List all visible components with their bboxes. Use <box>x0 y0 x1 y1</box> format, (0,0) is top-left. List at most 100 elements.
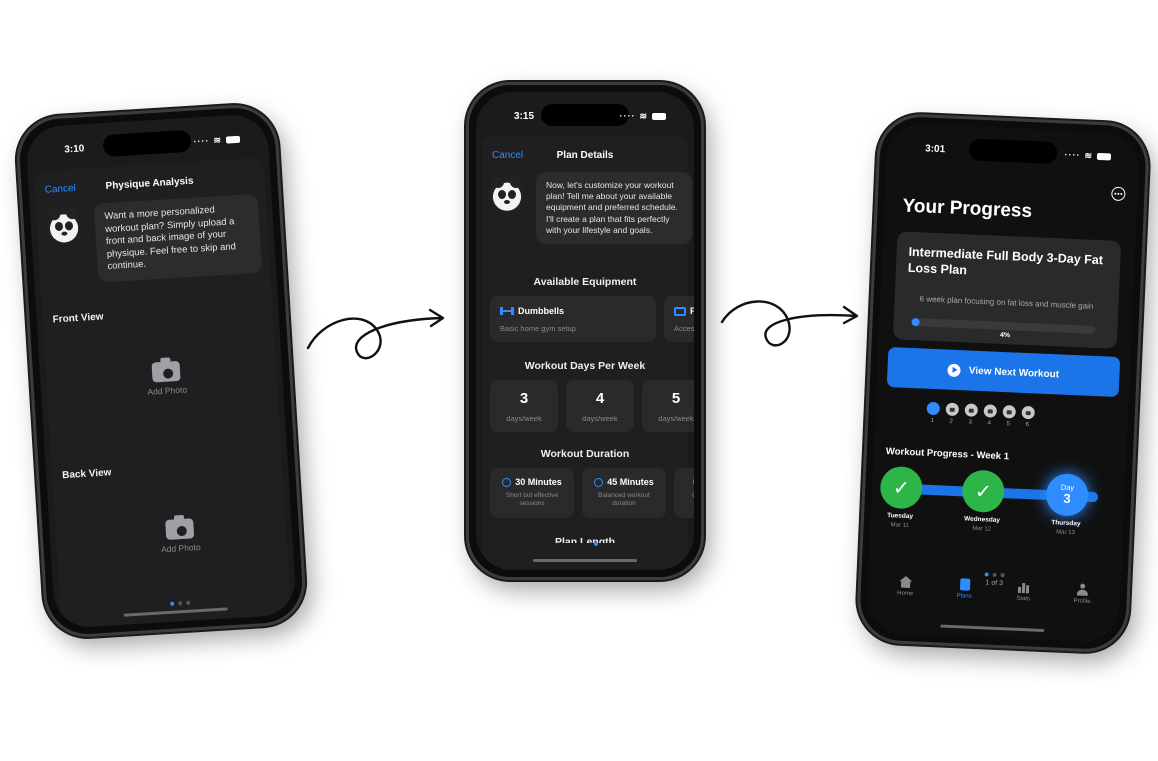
clock-icon <box>502 477 512 487</box>
duration-subtitle: Com <box>678 492 694 500</box>
clock-icon <box>594 477 604 487</box>
back-photo-button[interactable]: Add Photo <box>149 517 211 555</box>
day-date: Mar 13 <box>1056 529 1075 537</box>
assistant-message: Now, let's customize your workout plan! … <box>536 172 692 245</box>
week-number: 3 <box>968 419 973 426</box>
days-unit: days/week <box>658 414 694 423</box>
week-dot[interactable]: 5 <box>1001 405 1016 428</box>
signal-icon: ···· <box>193 135 210 147</box>
panda-avatar-icon <box>46 206 83 245</box>
week-number: 5 <box>1006 421 1011 428</box>
tab-label: Stats <box>1016 595 1031 603</box>
person-icon <box>1076 583 1090 596</box>
week-number: 6 <box>1025 422 1029 429</box>
week-number: 4 <box>987 420 992 427</box>
day-date: Mar 12 <box>972 525 992 533</box>
modal-sheet: Cancel Physique Analysis Want a more per… <box>33 157 292 629</box>
camera-icon <box>165 518 195 540</box>
status-time: 3:15 <box>514 110 535 122</box>
status-bar: 3:15 ···· ≋ <box>514 108 666 124</box>
days-unit: days/week <box>506 414 542 423</box>
screen: 3:10 ···· ≋ Cancel Physique Analysis Want… <box>24 113 298 629</box>
phone-physique-analysis: 3:10 ···· ≋ Cancel Physique Analysis Want… <box>14 102 308 640</box>
signal-icon: ···· <box>1064 149 1081 161</box>
days-unit: days/week <box>582 414 618 423</box>
plan-card[interactable]: Intermediate Full Body 3-Day Fat Loss Pl… <box>892 231 1122 349</box>
checkmark-icon: ✓ <box>892 476 911 500</box>
page-title: Your Progress <box>902 195 1033 223</box>
screen: 3:01 ···· ≋ Your Progress Intermediate Fu… <box>865 122 1141 644</box>
wifi-icon: ≋ <box>1084 149 1094 161</box>
duration-title: 45 Minutes <box>607 477 654 487</box>
week-dot[interactable]: 2 <box>944 402 959 425</box>
view-next-workout-button[interactable]: View Next Workout <box>886 346 1121 398</box>
days-number: 5 <box>671 390 681 407</box>
day-label: Thursday <box>1051 519 1081 528</box>
more-options-icon[interactable] <box>1111 186 1126 202</box>
add-photo-label: Add Photo <box>160 541 201 555</box>
wifi-icon: ≋ <box>639 110 648 121</box>
nav-title: Plan Details <box>556 150 614 161</box>
days-option-3[interactable]: 3 days/week <box>490 380 558 432</box>
equipment-option-gym[interactable]: F Access <box>664 296 694 342</box>
week-dot[interactable]: 3 <box>963 403 978 426</box>
week-selector: 1 2 3 4 5 6 <box>925 401 1035 429</box>
week-dot[interactable]: 6 <box>1020 405 1035 429</box>
battery-icon <box>1096 152 1112 160</box>
battery-icon <box>225 135 241 144</box>
nav-bar: Cancel Plan Details <box>482 150 688 166</box>
tab-home[interactable]: Home <box>884 571 926 613</box>
play-icon <box>947 363 962 377</box>
day-number: 3 <box>1063 490 1071 507</box>
week-number: 2 <box>949 418 954 425</box>
days-number: 4 <box>595 390 605 407</box>
duration-heading: Workout Duration <box>540 448 630 460</box>
week-dot[interactable]: 1 <box>925 401 940 425</box>
week-dot[interactable]: 4 <box>982 404 997 427</box>
home-indicator <box>940 624 1045 633</box>
equipment-title: F <box>690 306 694 316</box>
day-label: Tuesday <box>887 512 914 521</box>
duration-option-45[interactable]: 45 Minutes Balanced workout duration <box>582 468 666 518</box>
week-progress-title: Workout Progress - Week 1 <box>885 445 1010 463</box>
plan-title: Intermediate Full Body 3-Day Fat Loss Pl… <box>907 244 1104 278</box>
tab-profile[interactable]: Profile <box>1061 579 1103 621</box>
status-icons: ···· ≋ <box>619 111 666 122</box>
wifi-icon: ≋ <box>213 134 223 145</box>
day-node-wednesday[interactable]: ✓ <box>961 469 1006 514</box>
nav-title: Physique Analysis <box>105 175 194 193</box>
equipment-heading: Available Equipment <box>533 276 637 288</box>
home-icon <box>899 576 913 589</box>
duration-subtitle: Short but effective sessions <box>505 492 559 508</box>
page-indicator <box>170 600 191 606</box>
duration-option-30[interactable]: 30 Minutes Short but effective sessions <box>490 468 574 518</box>
lock-icon <box>1001 405 1016 419</box>
duration-option-60[interactable]: Com <box>674 468 694 518</box>
document-icon <box>959 578 970 591</box>
lock-icon <box>982 404 997 418</box>
front-photo-button[interactable]: Add Photo <box>135 360 197 398</box>
plan-description: 6 week plan focusing on fat loss and mus… <box>919 294 1094 311</box>
days-heading: Workout Days Per Week <box>524 360 646 372</box>
checkmark-icon: ✓ <box>974 480 993 504</box>
lock-icon <box>964 403 978 417</box>
tab-plans[interactable]: Plans <box>943 574 985 616</box>
lock-icon <box>1020 405 1035 420</box>
back-view-label: Back View <box>61 467 112 482</box>
status-icons: ···· ≋ <box>193 133 241 147</box>
tab-label: Home <box>897 590 914 598</box>
day-node-tuesday[interactable]: ✓ <box>879 465 924 510</box>
equipment-subtitle: Access <box>674 324 694 333</box>
panda-avatar-icon <box>490 176 524 212</box>
signal-icon: ···· <box>619 111 636 121</box>
equipment-option-dumbbells[interactable]: Dumbbells Basic home gym setup <box>490 296 656 342</box>
battery-icon <box>652 112 666 120</box>
tab-stats[interactable]: Stats <box>1002 576 1044 618</box>
days-option-4[interactable]: 4 days/week <box>566 380 634 432</box>
day-node-thursday[interactable]: Day 3 <box>1045 473 1090 517</box>
front-view-label: Front View <box>52 311 104 326</box>
days-number: 3 <box>519 390 529 407</box>
week-current-icon <box>926 401 940 416</box>
days-option-5[interactable]: 5 days/week <box>642 380 694 432</box>
status-icons: ···· ≋ <box>1064 149 1112 162</box>
